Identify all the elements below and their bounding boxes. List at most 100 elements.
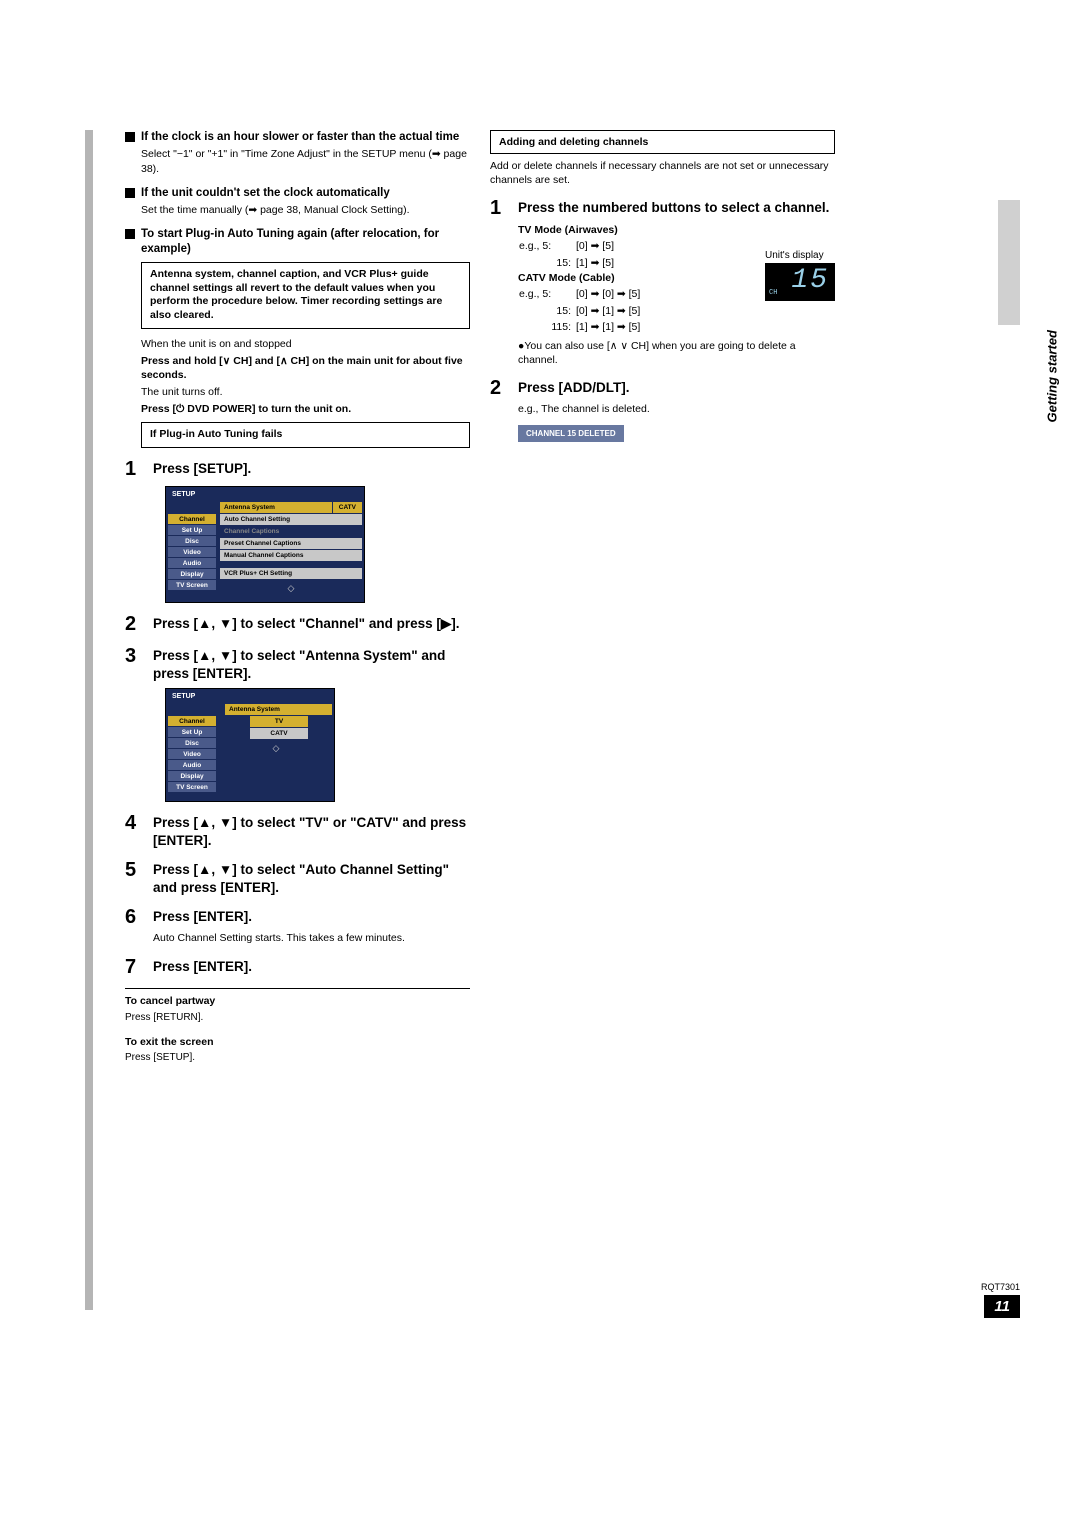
menu-screenshot-1: SETUP Channel Set Up Disc Video Audio Di… — [165, 486, 365, 603]
lcd-value: 15 — [791, 265, 829, 296]
channel-note: ●You can also use [∧ ∨ CH] when you are … — [518, 340, 835, 367]
step-number: 7 — [125, 956, 153, 978]
cancel-note: To cancel partway — [125, 995, 470, 1009]
menu-option: CATV — [250, 728, 308, 739]
menu-option: Auto Channel Setting — [220, 514, 362, 525]
step-text: Press [ENTER]. — [153, 956, 252, 978]
step-number: 4 — [125, 812, 153, 849]
exit-note-body: Press [SETUP]. — [125, 1051, 470, 1064]
channel-examples: TV Mode (Airwaves) e.g., 5:[0] ➡ [5] 15:… — [518, 223, 718, 336]
menu-nav-item: Disc — [168, 738, 216, 748]
section-box: Adding and deleting channels — [490, 130, 835, 154]
menu-nav-item: Disc — [168, 536, 216, 546]
step-text: Press [ADD/DLT]. — [518, 377, 630, 399]
menu-label: SETUP — [168, 691, 221, 702]
bullet-square-icon — [125, 229, 135, 239]
step-number: 1 — [490, 197, 518, 219]
dpad-icon: ◇ — [220, 583, 362, 594]
menu-nav-item: Video — [168, 547, 216, 557]
dpad-icon: ◇ — [220, 743, 332, 754]
cancel-note-body: Press [RETURN]. — [125, 1011, 470, 1024]
menu-nav-item: Display — [168, 569, 216, 579]
menu-label: SETUP — [168, 489, 221, 500]
step-line: Press and hold [∨ CH] and [∧ CH] on the … — [141, 354, 470, 382]
table-row: e.g., 5:[0] ➡ [0] ➡ [5] — [518, 286, 641, 303]
exit-note: To exit the screen — [125, 1036, 470, 1050]
step-line: The unit turns off. — [141, 385, 470, 399]
menu-option-header: Antenna System — [220, 502, 332, 513]
step-text: Press [▲, ▼] to select "Channel" and pre… — [153, 613, 459, 635]
footer-page-number: 11 — [984, 1295, 1020, 1318]
unit-display-label: Unit's display — [765, 250, 835, 261]
step-number: 2 — [125, 613, 153, 635]
warning-box: Antenna system, channel caption, and VCR… — [141, 262, 470, 329]
menu-nav-item: TV Screen — [168, 782, 216, 792]
menu-nav: Channel Set Up Disc Video Audio Display … — [168, 514, 216, 594]
menu-option: VCR Plus+ CH Setting — [220, 568, 362, 579]
bullet-square-icon — [125, 132, 135, 142]
menu-options: Antenna System CATV Auto Channel Setting… — [220, 502, 362, 594]
table-row: 115:[1] ➡ [1] ➡ [5] — [518, 319, 641, 336]
table-row: e.g., 5:[0] ➡ [5] — [518, 238, 615, 255]
menu-nav-item: Channel — [168, 514, 216, 524]
heading-retune: To start Plug-in Auto Tuning again (afte… — [125, 227, 470, 256]
step-number: 6 — [125, 906, 153, 928]
catv-mode-header: CATV Mode (Cable) — [518, 271, 718, 286]
step-text: Press [ENTER]. — [153, 906, 252, 928]
heading-clock: If the clock is an hour slower or faster… — [125, 130, 470, 144]
menu-nav-item: Audio — [168, 760, 216, 770]
step-6: 6 Press [ENTER]. — [125, 906, 470, 928]
body-text: Set the time manually (➡ page 38, Manual… — [141, 203, 470, 217]
step-number: 1 — [125, 458, 153, 480]
heading-text: If the unit couldn't set the clock autom… — [141, 186, 390, 200]
heading-text: To start Plug-in Auto Tuning again (afte… — [141, 227, 470, 256]
fail-box: If Plug-in Auto Tuning fails — [141, 422, 470, 448]
menu-option: Preset Channel Captions — [220, 538, 362, 549]
step-text: Press the numbered buttons to select a c… — [518, 197, 829, 219]
left-strip — [85, 130, 93, 1310]
table-row: 15:[0] ➡ [1] ➡ [5] — [518, 303, 641, 320]
menu-nav-item: Video — [168, 749, 216, 759]
lcd-ch-label: CH — [769, 289, 777, 297]
lcd-display: CH 15 — [765, 263, 835, 301]
tv-mode-header: TV Mode (Airwaves) — [518, 223, 718, 238]
section-tab — [998, 200, 1020, 325]
menu-option: TV — [250, 716, 308, 727]
left-column: If the clock is an hour slower or faster… — [125, 130, 470, 1066]
right-step-1: 1 Press the numbered buttons to select a… — [490, 197, 835, 219]
table-row: 15:[1] ➡ [5] — [518, 255, 615, 272]
menu-nav-item: Set Up — [168, 525, 216, 535]
menu-options: Antenna System TV CATV ◇ — [220, 704, 332, 793]
menu-nav-item: Set Up — [168, 727, 216, 737]
menu-screenshot-2: SETUP Channel Set Up Disc Video Audio Di… — [165, 688, 335, 802]
step-7: 7 Press [ENTER]. — [125, 956, 470, 978]
menu-option: Channel Captions — [220, 526, 362, 537]
heading-autoclock: If the unit couldn't set the clock autom… — [125, 186, 470, 200]
step-text: Press [▲, ▼] to select "Auto Channel Set… — [153, 859, 470, 896]
page-content: If the clock is an hour slower or faster… — [95, 130, 995, 442]
step-text: Press [▲, ▼] to select "TV" or "CATV" an… — [153, 812, 470, 849]
menu-option: Manual Channel Captions — [220, 550, 362, 561]
unit-display: Unit's display CH 15 — [765, 250, 835, 301]
body-text: Select "−1" or "+1" in "Time Zone Adjust… — [141, 147, 470, 175]
step-4: 4 Press [▲, ▼] to select "TV" or "CATV" … — [125, 812, 470, 849]
menu-option-header: Antenna System — [225, 704, 332, 715]
step-substep: Auto Channel Setting starts. This takes … — [153, 932, 470, 946]
step-1: 1 Press [SETUP]. — [125, 458, 470, 480]
steps-intro: When the unit is on and stopped — [141, 337, 470, 351]
step-line: Press [⏻ DVD POWER] to turn the unit on. — [141, 402, 470, 416]
section-intro: Add or delete channels if necessary chan… — [490, 160, 835, 187]
divider — [125, 988, 470, 989]
step-substep: e.g., The channel is deleted. — [518, 403, 835, 417]
menu-nav: Channel Set Up Disc Video Audio Display … — [168, 716, 216, 793]
step-3: 3 Press [▲, ▼] to select "Antenna System… — [125, 645, 470, 682]
step-2: 2 Press [▲, ▼] to select "Channel" and p… — [125, 613, 470, 635]
step-text: Press [▲, ▼] to select "Antenna System" … — [153, 645, 470, 682]
right-step-2: 2 Press [ADD/DLT]. — [490, 377, 835, 399]
menu-nav-item: Display — [168, 771, 216, 781]
step-5: 5 Press [▲, ▼] to select "Auto Channel S… — [125, 859, 470, 896]
right-column: Adding and deleting channels Add or dele… — [490, 130, 835, 442]
section-label: Getting started — [1044, 330, 1059, 422]
menu-option-value: CATV — [333, 502, 362, 513]
step-number: 2 — [490, 377, 518, 399]
